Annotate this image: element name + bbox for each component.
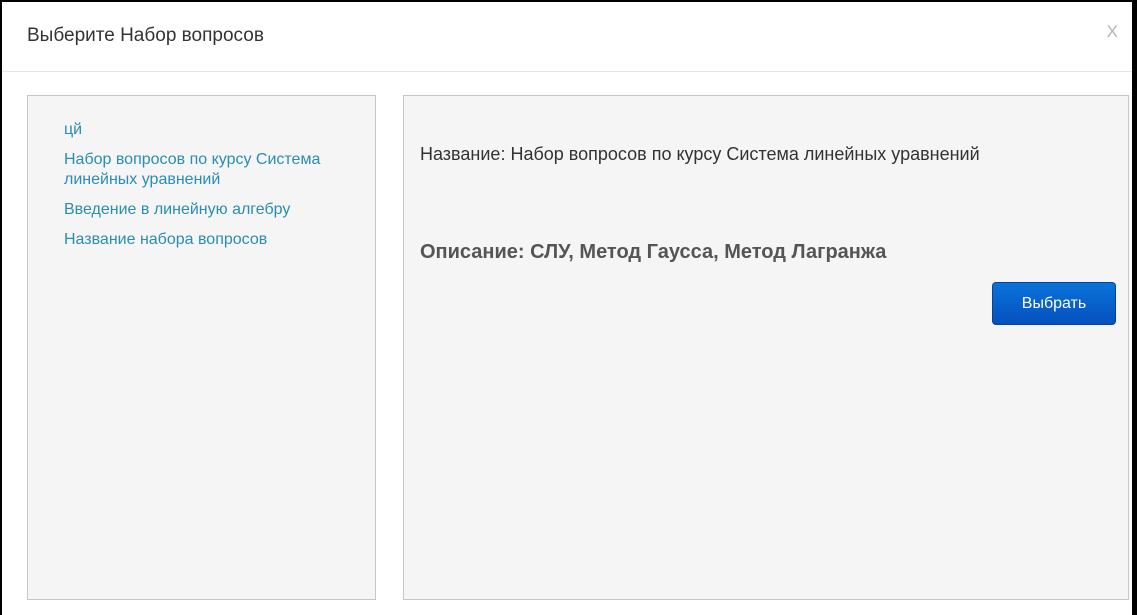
dialog-header: Выберите Набор вопросов X xyxy=(2,2,1132,72)
close-button[interactable]: X xyxy=(1107,22,1118,42)
question-set-detail-panel: Название: Набор вопросов по курсу Систем… xyxy=(403,95,1129,600)
question-set-link[interactable]: цй xyxy=(64,121,82,138)
question-set-description: Описание: СЛУ, Метод Гаусса, Метод Лагра… xyxy=(420,241,887,263)
list-item: Введение в линейную алгебру xyxy=(64,200,324,220)
question-set-list-panel: цй Набор вопросов по курсу Система линей… xyxy=(27,95,376,600)
select-button[interactable]: Выбрать xyxy=(992,282,1116,325)
list-item: Название набора вопросов xyxy=(64,230,324,250)
question-set-list: цй Набор вопросов по курсу Система линей… xyxy=(64,120,324,260)
question-set-link[interactable]: Введение в линейную алгебру xyxy=(64,201,290,218)
list-item: Набор вопросов по курсу Система линейных… xyxy=(64,150,324,190)
dialog-title: Выберите Набор вопросов xyxy=(27,25,264,46)
question-set-link[interactable]: Название набора вопросов xyxy=(64,231,267,248)
question-set-name: Название: Набор вопросов по курсу Систем… xyxy=(420,144,980,164)
list-item: цй xyxy=(64,120,324,140)
question-set-dialog: Выберите Набор вопросов X цй Набор вопро… xyxy=(0,0,1137,615)
question-set-link[interactable]: Набор вопросов по курсу Система линейных… xyxy=(64,151,320,188)
